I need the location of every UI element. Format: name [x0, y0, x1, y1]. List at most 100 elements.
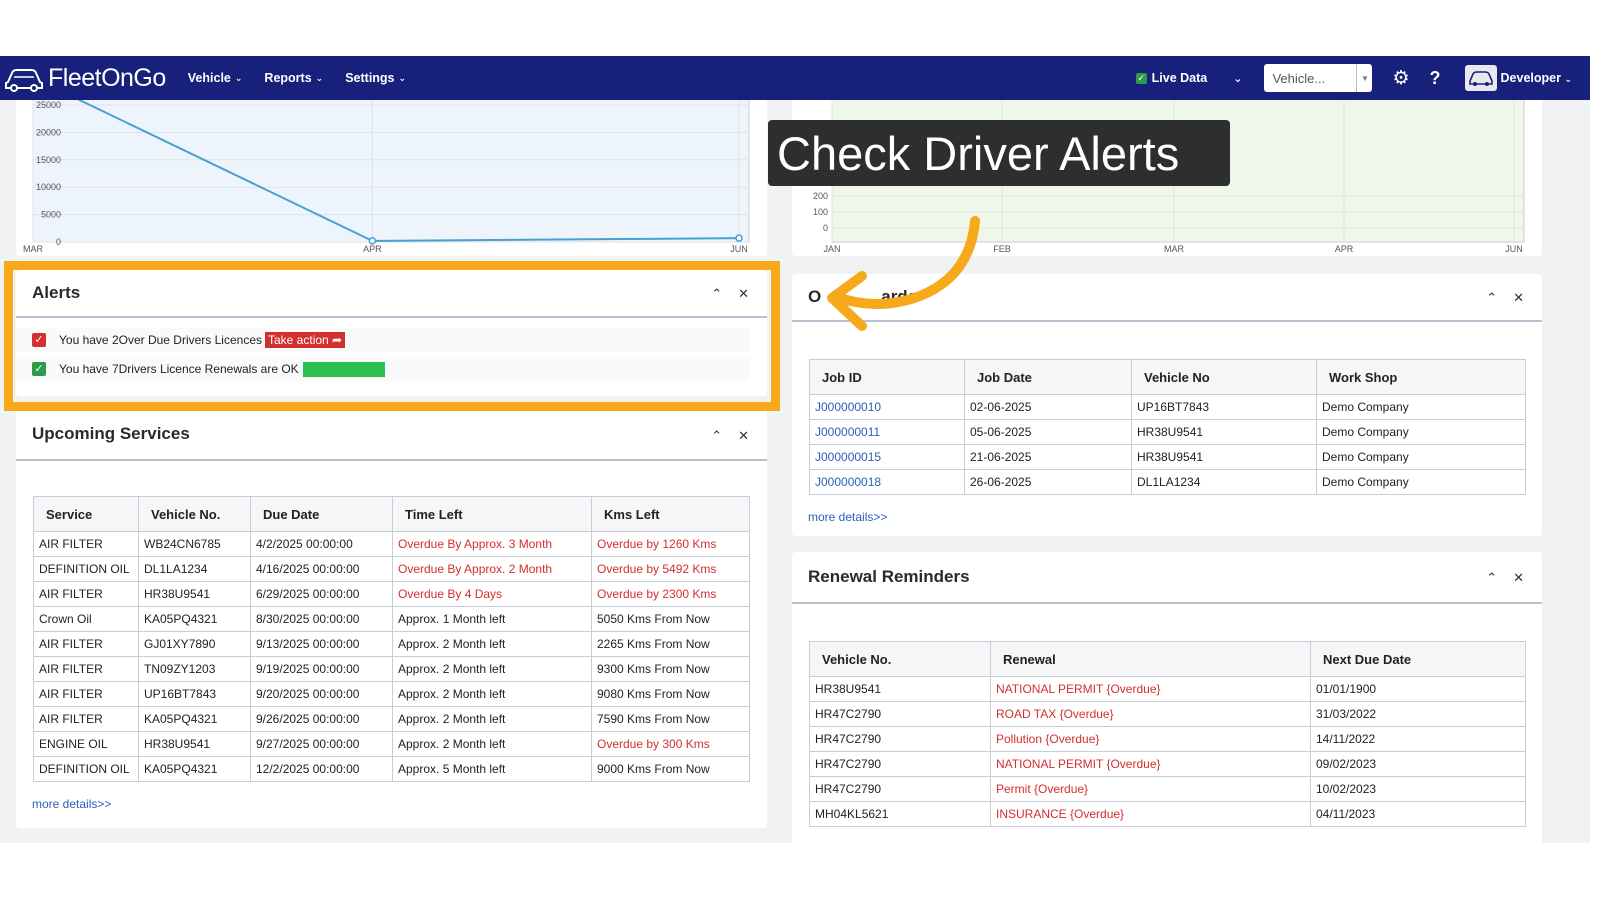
- cell-due: 9/19/2025 00:00:00: [250, 656, 393, 682]
- table-row: MH04KL5621 INSURANCE {Overdue} 04/11/2023: [809, 801, 1526, 827]
- menu-vehicle[interactable]: Vehicle ⌄: [188, 71, 243, 85]
- close-icon[interactable]: ✕: [738, 428, 749, 444]
- chevron-down-icon: ⌄: [234, 72, 243, 83]
- cell-job-date: 02-06-2025: [964, 394, 1132, 420]
- menu-reports[interactable]: Reports ⌄: [264, 71, 323, 85]
- column-header: Due Date: [250, 496, 393, 532]
- share-arrow-icon: ➦: [332, 333, 343, 347]
- table-row: HR47C2790 ROAD TAX {Overdue} 31/03/2022: [809, 701, 1526, 727]
- cell-workshop: Demo Company: [1316, 469, 1526, 495]
- alert-text: You have 2Over Due Drivers Licences: [59, 333, 262, 347]
- vehicle-select[interactable]: Vehicle... ▼: [1264, 64, 1373, 92]
- cell-job-id[interactable]: J000000011: [809, 419, 965, 445]
- user-car-avatar-icon[interactable]: [1464, 65, 1497, 91]
- take-action-button[interactable]: Take action ➦: [265, 332, 346, 348]
- close-icon[interactable]: ✕: [738, 286, 749, 302]
- table-row: Crown Oil KA05PQ4321 8/30/2025 00:00:00 App…: [33, 606, 750, 632]
- cell-due: 9/20/2025 00:00:00: [250, 681, 393, 707]
- cell-service: ENGINE OIL: [33, 731, 139, 757]
- callout-text: Check Driver Alerts: [777, 126, 1180, 180]
- collapse-icon[interactable]: ⌃: [1486, 290, 1497, 306]
- collapse-icon[interactable]: ⌃: [711, 428, 722, 444]
- cell-vehicle: HR47C2790: [809, 776, 991, 802]
- cell-workshop: Demo Company: [1316, 444, 1526, 470]
- column-header: Job ID: [809, 359, 965, 395]
- table-row: DEFINITION OIL DL1LA1234 4/16/2025 00:00:0…: [33, 556, 750, 582]
- column-header: Vehicle No.: [138, 496, 251, 532]
- cell-time-left: Approx. 2 Month left: [392, 731, 592, 757]
- table-row: HR47C2790 Pollution {Overdue} 14/11/2022: [809, 726, 1526, 752]
- table-row: J000000015 21-06-2025 HR38U9541 Demo Compan…: [809, 444, 1526, 470]
- cell-job-id[interactable]: J000000015: [809, 444, 965, 470]
- checkbox-checked-icon[interactable]: ✓: [32, 362, 46, 376]
- user-menu[interactable]: Developer ⌄: [1501, 71, 1572, 85]
- alert-text: You have 7Drivers Licence Renewals are O…: [59, 362, 299, 376]
- checkbox-checked-icon[interactable]: ✓: [32, 333, 46, 347]
- table-header-row: Vehicle No. Renewal Next Due Date: [809, 641, 1526, 677]
- close-icon[interactable]: ✕: [1513, 570, 1524, 586]
- alert-item-ok: ✓ You have 7Drivers Licence Renewals are…: [16, 357, 750, 381]
- cell-due: 4/16/2025 00:00:00: [250, 556, 393, 582]
- cell-vehicle: DL1LA1234: [138, 556, 251, 582]
- view-details-button[interactable]: [302, 361, 385, 377]
- jobcards-table: Job ID Job Date Vehicle No Work Shop J00…: [809, 359, 1526, 495]
- cell-service: AIR FILTER: [33, 706, 139, 732]
- alert-item-overdue: ✓ You have 2Over Due Drivers Licences Ta…: [16, 328, 750, 352]
- chevron-down-icon[interactable]: ⌄: [1233, 72, 1242, 85]
- collapse-icon[interactable]: ⌃: [711, 286, 722, 302]
- cell-time-left: Approx. 2 Month left: [392, 631, 592, 657]
- alerts-header: Alerts ⌃ ✕: [16, 270, 767, 318]
- cell-time-left: Approx. 2 Month left: [392, 681, 592, 707]
- more-details-link[interactable]: more details>>: [32, 797, 111, 811]
- cell-job-date: 26-06-2025: [964, 469, 1132, 495]
- column-header: Renewal: [990, 641, 1311, 677]
- cell-kms-left: Overdue by 300 Kms: [591, 731, 750, 757]
- top-navbar: FleetOnGo Vehicle ⌄ Reports ⌄ Settings ⌄ ✓ …: [0, 56, 1590, 100]
- table-header-row: Job ID Job Date Vehicle No Work Shop: [809, 359, 1526, 395]
- main-menu: Vehicle ⌄ Reports ⌄ Settings ⌄: [188, 71, 406, 85]
- table-row: AIR FILTER KA05PQ4321 9/26/2025 00:00:00 Ap…: [33, 706, 750, 732]
- cell-service: AIR FILTER: [33, 631, 139, 657]
- column-header: Time Left: [392, 496, 592, 532]
- help-icon[interactable]: ?: [1430, 68, 1441, 89]
- cell-kms-left: Overdue by 2300 Kms: [591, 581, 750, 607]
- data-point[interactable]: [368, 237, 377, 245]
- cell-vehicle: KA05PQ4321: [138, 606, 251, 632]
- cell-vehicle: TN09ZY1203: [138, 656, 251, 682]
- dropdown-arrow-icon[interactable]: ▼: [1356, 64, 1372, 92]
- cell-job-id[interactable]: J000000018: [809, 469, 965, 495]
- table-row: AIR FILTER HR38U9541 6/29/2025 00:00:00 Ove…: [33, 581, 750, 607]
- more-details-link[interactable]: more details>>: [808, 510, 887, 524]
- checkbox-checked-icon[interactable]: ✓: [1135, 72, 1147, 84]
- tutorial-callout: Check Driver Alerts: [768, 120, 1230, 186]
- cell-next-due: 09/02/2023: [1310, 751, 1526, 777]
- live-data-toggle[interactable]: ✓ Live Data ⌄: [1135, 71, 1255, 85]
- card-controls: ⌃ ✕: [1486, 570, 1524, 586]
- x-tick-label: MAR: [1164, 244, 1185, 254]
- card-controls: ⌃ ✕: [1486, 290, 1524, 306]
- live-data-label: Live Data: [1151, 71, 1208, 85]
- cell-due: 8/30/2025 00:00:00: [250, 606, 393, 632]
- menu-settings[interactable]: Settings ⌄: [345, 71, 406, 85]
- cell-kms-left: 2265 Kms From Now: [591, 631, 750, 657]
- x-tick-label: APR: [363, 244, 382, 254]
- x-tick-label: MAR: [23, 244, 44, 254]
- cell-vehicle: HR47C2790: [809, 751, 991, 777]
- collapse-icon[interactable]: ⌃: [1486, 570, 1497, 586]
- cell-service: AIR FILTER: [33, 581, 139, 607]
- brand-logo[interactable]: FleetOnGo: [4, 64, 166, 93]
- close-icon[interactable]: ✕: [1513, 290, 1524, 306]
- column-header: Work Shop: [1316, 359, 1526, 395]
- cell-next-due: 04/11/2023: [1310, 801, 1526, 827]
- cell-due: 9/13/2025 00:00:00: [250, 631, 393, 657]
- data-point[interactable]: [735, 234, 743, 242]
- cell-job-id[interactable]: J000000010: [809, 394, 965, 420]
- chevron-down-icon: ⌄: [315, 72, 324, 83]
- cell-service: AIR FILTER: [33, 656, 139, 682]
- cell-vehicle: MH04KL5621: [809, 801, 991, 827]
- cell-time-left: Approx. 2 Month left: [392, 656, 592, 682]
- settings-gear-icon[interactable]: ⚙: [1392, 67, 1409, 90]
- cell-vehicle: HR38U9541: [138, 581, 251, 607]
- cell-vehicle: GJ01XY7890: [138, 631, 251, 657]
- renewal-title: Renewal Reminders: [808, 567, 970, 586]
